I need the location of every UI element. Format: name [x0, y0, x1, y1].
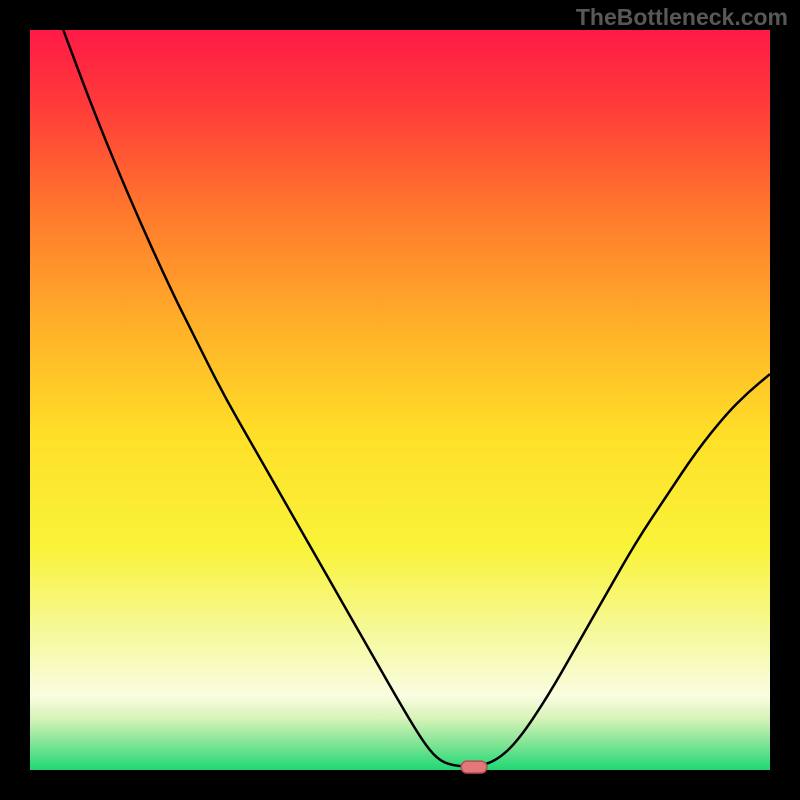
optimal-marker	[461, 761, 487, 773]
bottleneck-chart	[0, 0, 800, 800]
plot-background	[30, 30, 770, 770]
chart-container: TheBottleneck.com	[0, 0, 800, 800]
watermark-label: TheBottleneck.com	[576, 4, 788, 31]
